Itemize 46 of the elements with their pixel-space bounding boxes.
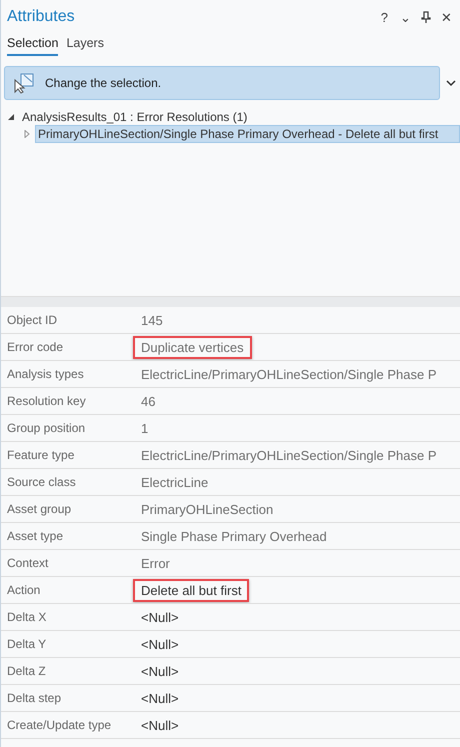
field-value[interactable]: <Null> — [133, 686, 187, 710]
field-name: Source class — [6, 475, 77, 489]
field-name: Context — [6, 556, 50, 570]
field-value[interactable]: <Null> — [133, 660, 187, 682]
dropdown-button[interactable]: ⌄ — [398, 10, 413, 24]
field-name: Action — [6, 583, 42, 597]
field-value: Single Phase Primary Overhead — [140, 528, 328, 546]
field-name: Delta X — [6, 610, 48, 624]
field-value: Error — [140, 554, 171, 572]
tree-item[interactable]: AnalysisResults_01 : Error Resolutions (1) — [19, 108, 250, 126]
field-name: Resolution key — [6, 394, 87, 408]
field-value: ElectricLine — [140, 474, 210, 492]
banner-text: Change the selection. — [45, 76, 162, 90]
field-name: Asset group — [6, 502, 72, 516]
field-value: Duplicate vertices — [133, 336, 252, 358]
field-name: Delta Z — [6, 664, 47, 678]
window-title: Attributes — [7, 8, 76, 26]
field-name: Create/Update type — [6, 718, 112, 732]
field-value[interactable]: Delete all but first — [133, 578, 250, 602]
field-name: Asset type — [6, 529, 64, 543]
field-name: Group position — [6, 421, 86, 435]
field-value: PrimaryOHLineSection — [140, 500, 274, 519]
pin-icon[interactable] — [421, 11, 431, 23]
field-name: Object ID — [6, 313, 58, 327]
field-name: Delta step — [6, 691, 62, 705]
field-value: 145 — [140, 312, 164, 330]
field-value[interactable]: <Null> — [133, 714, 187, 736]
tree-item[interactable]: PrimaryOHLineSection/Single Phase Primary Overhead - Delete all but first — [35, 124, 460, 142]
field-name: Analysis types — [6, 367, 85, 381]
field-value: ElectricLine/PrimaryOHLineSection/Single Phase P — [140, 446, 438, 465]
field-name: Feature type — [6, 448, 76, 462]
field-value: 1 — [140, 420, 150, 438]
field-value[interactable]: <Null> — [133, 606, 187, 628]
field-value: ElectricLine/PrimaryOHLineSection/Single Phase P — [140, 366, 438, 384]
collapsed-triangle-icon[interactable] — [23, 130, 31, 138]
close-button[interactable]: ✕ — [439, 10, 454, 24]
field-name: Delta Y — [6, 637, 48, 651]
field-name: Error code — [6, 340, 64, 354]
tab[interactable]: Layers — [66, 36, 104, 56]
selection-banner[interactable]: Change the selection. — [4, 66, 440, 100]
tab[interactable]: Selection — [7, 36, 58, 56]
field-value: 46 — [140, 392, 156, 410]
chevron-down-icon[interactable] — [446, 79, 456, 87]
expanded-triangle-icon[interactable] — [7, 112, 15, 120]
help-button[interactable]: ? — [378, 10, 390, 24]
field-value[interactable]: <Null> — [133, 632, 187, 656]
